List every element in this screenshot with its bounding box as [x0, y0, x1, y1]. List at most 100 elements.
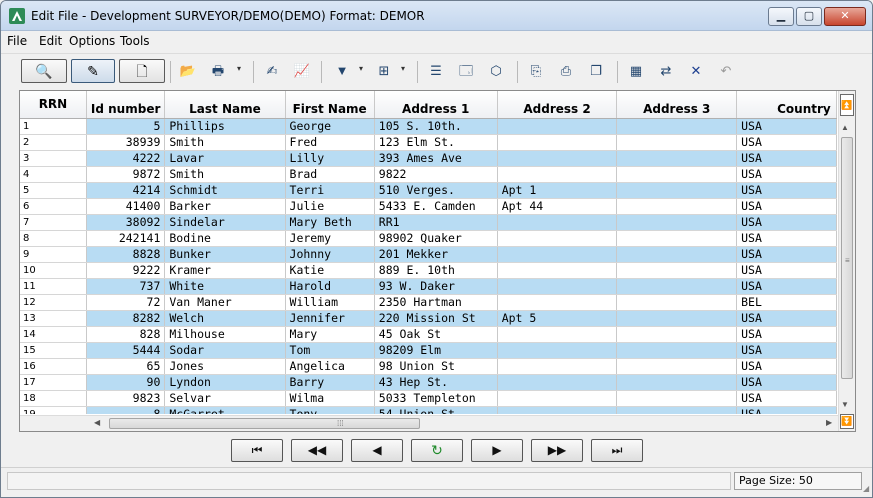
cell-first[interactable]: Mary: [285, 326, 375, 343]
cell-addr3[interactable]: [616, 294, 738, 311]
cell-addr3[interactable]: [616, 214, 738, 231]
table-row[interactable]: 13 8282 Welch Jennifer 220 Mission St Apt 5 US…: [20, 310, 837, 327]
column-header-rrn[interactable]: RRN: [20, 91, 87, 119]
cell-id[interactable]: 90: [86, 374, 166, 391]
cell-addr2[interactable]: [497, 406, 618, 414]
cell-first[interactable]: Terri: [285, 182, 375, 199]
cell-id[interactable]: 9222: [86, 262, 166, 279]
cell-country[interactable]: USA: [736, 278, 837, 295]
row-number-cell[interactable]: 19: [20, 406, 87, 414]
cell-first[interactable]: Angelica: [285, 358, 375, 375]
cell-addr3[interactable]: [616, 358, 738, 375]
row-number-cell[interactable]: 16: [20, 358, 87, 375]
cell-country[interactable]: USA: [736, 150, 837, 167]
cell-last[interactable]: Jones: [164, 358, 286, 375]
cell-addr2[interactable]: [497, 374, 618, 391]
row-number-cell[interactable]: 2: [20, 134, 87, 151]
new-record-button[interactable]: 🗋: [119, 59, 165, 83]
print-dropdown-caret[interactable]: ▾: [237, 64, 241, 73]
print-icon[interactable]: 🖶: [209, 62, 227, 80]
table-row[interactable]: 17 90 Lyndon Barry 43 Hep St. USA: [20, 374, 837, 391]
cell-country[interactable]: USA: [736, 374, 837, 391]
cell-last[interactable]: Lavar: [164, 150, 286, 167]
delete-icon[interactable]: ✕: [687, 62, 705, 80]
cell-last[interactable]: Bunker: [164, 246, 286, 263]
record-view-icon[interactable]: ☰: [427, 62, 445, 80]
filter-dropdown-caret[interactable]: ▾: [359, 64, 363, 73]
duplicate-record-icon[interactable]: ❐: [587, 62, 605, 80]
cell-addr2[interactable]: [497, 278, 618, 295]
cell-country[interactable]: BEL: [736, 294, 837, 311]
cell-addr2[interactable]: [497, 230, 618, 247]
cell-addr2[interactable]: [497, 390, 618, 407]
cell-last[interactable]: Smith: [164, 134, 286, 151]
table-row[interactable]: 11 737 White Harold 93 W. Daker USA: [20, 278, 837, 295]
cell-addr2[interactable]: [497, 166, 618, 183]
chart-pen-icon[interactable]: 📈: [293, 62, 311, 80]
cell-addr1[interactable]: RR1: [374, 214, 498, 231]
copy-record-icon[interactable]: ⎘: [527, 62, 545, 80]
horizontal-scroll-thumb[interactable]: ⁞⁞⁞: [109, 418, 420, 429]
row-number-cell[interactable]: 11: [20, 278, 87, 295]
table-row[interactable]: 16 65 Jones Angelica 98 Union St USA: [20, 358, 837, 375]
cell-id[interactable]: 41400: [86, 198, 166, 215]
cell-addr3[interactable]: [616, 182, 738, 199]
table-row[interactable]: 12 72 Van Maner William 2350 Hartman BEL: [20, 294, 837, 311]
cell-country[interactable]: USA: [736, 182, 837, 199]
cell-addr3[interactable]: [616, 390, 738, 407]
cell-last[interactable]: Van Maner: [164, 294, 286, 311]
row-number-cell[interactable]: 8: [20, 230, 87, 247]
cell-id[interactable]: 8282: [86, 310, 166, 327]
cell-addr2[interactable]: [497, 262, 618, 279]
cell-addr1[interactable]: 93 W. Daker: [374, 278, 498, 295]
cell-country[interactable]: USA: [736, 390, 837, 407]
previous-page-button[interactable]: ◀◀: [291, 439, 343, 462]
cell-id[interactable]: 5444: [86, 342, 166, 359]
color-transfer-icon[interactable]: ⬡: [487, 62, 505, 80]
cell-last[interactable]: McGarret: [164, 406, 286, 414]
scroll-to-bottom-button[interactable]: ⏬: [840, 414, 854, 429]
cell-addr1[interactable]: 393 Ames Ave: [374, 150, 498, 167]
scroll-up-icon[interactable]: ▲: [841, 123, 849, 132]
table-row[interactable]: 19 8 McGarret Tony 54 Union St USA: [20, 406, 837, 414]
menu-edit[interactable]: Edit: [39, 34, 62, 48]
cell-addr2[interactable]: [497, 326, 618, 343]
cell-addr1[interactable]: 510 Verges.: [374, 182, 498, 199]
row-number-cell[interactable]: 6: [20, 198, 87, 215]
cell-last[interactable]: Welch: [164, 310, 286, 327]
cell-addr3[interactable]: [616, 246, 738, 263]
cell-first[interactable]: Tony: [285, 406, 375, 414]
previous-record-button[interactable]: ◀: [351, 439, 403, 462]
cell-addr2[interactable]: [497, 134, 618, 151]
cell-id[interactable]: 9872: [86, 166, 166, 183]
table-row[interactable]: 9 8828 Bunker Johnny 201 Mekker USA: [20, 246, 837, 263]
cell-country[interactable]: USA: [736, 310, 837, 327]
cell-first[interactable]: Johnny: [285, 246, 375, 263]
table-row[interactable]: 2 38939 Smith Fred 123 Elm St. USA: [20, 134, 837, 151]
cell-addr1[interactable]: 220 Mission St: [374, 310, 498, 327]
cell-id[interactable]: 8828: [86, 246, 166, 263]
cell-addr3[interactable]: [616, 118, 738, 135]
cell-last[interactable]: Bodine: [164, 230, 286, 247]
undo-icon[interactable]: ↶: [717, 62, 735, 80]
row-number-cell[interactable]: 12: [20, 294, 87, 311]
cell-first[interactable]: Jennifer: [285, 310, 375, 327]
cell-first[interactable]: Brad: [285, 166, 375, 183]
cell-first[interactable]: Katie: [285, 262, 375, 279]
cell-addr3[interactable]: [616, 342, 738, 359]
properties-icon[interactable]: 🗔: [457, 62, 475, 80]
cell-addr3[interactable]: [616, 406, 738, 414]
vertical-scrollbar[interactable]: ⏫ ▲ ≡ ▼ ⏬: [838, 91, 855, 431]
table-row[interactable]: 1 5 Phillips George 105 S. 10th. USA: [20, 118, 837, 135]
cell-id[interactable]: 4222: [86, 150, 166, 167]
cell-last[interactable]: Kramer: [164, 262, 286, 279]
row-number-cell[interactable]: 3: [20, 150, 87, 167]
cell-last[interactable]: Sindelar: [164, 214, 286, 231]
scroll-down-icon[interactable]: ▼: [841, 400, 849, 409]
table-row[interactable]: 14 828 Milhouse Mary 45 Oak St USA: [20, 326, 837, 343]
cell-addr3[interactable]: [616, 262, 738, 279]
cell-first[interactable]: Mary Beth: [285, 214, 375, 231]
cell-addr1[interactable]: 54 Union St: [374, 406, 498, 414]
cell-id[interactable]: 38092: [86, 214, 166, 231]
cell-first[interactable]: Lilly: [285, 150, 375, 167]
